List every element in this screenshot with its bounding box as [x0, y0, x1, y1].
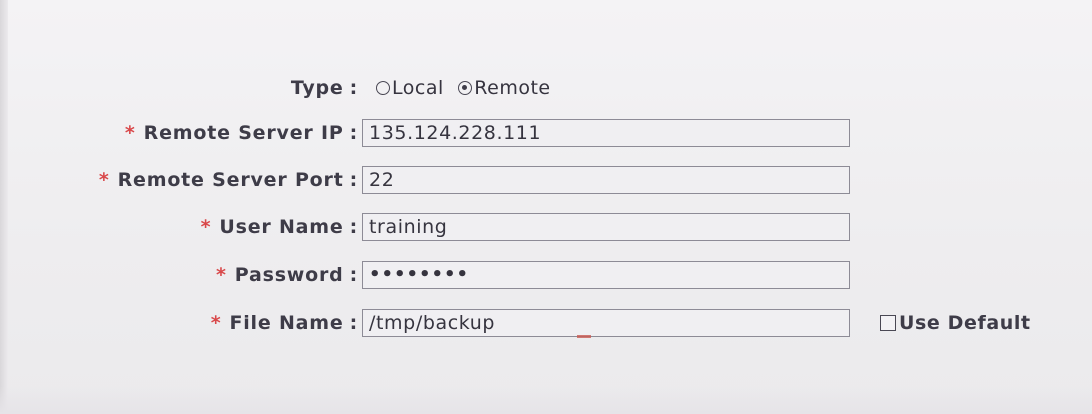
required-marker: *: [216, 264, 227, 286]
remote-server-ip-row: * Remote Server IP: 135.124.228.111: [0, 117, 1092, 149]
remote-server-ip-label: * Remote Server IP:: [124, 122, 358, 144]
remote-radio-label: Remote: [474, 77, 551, 99]
required-marker: *: [124, 122, 136, 144]
remote-server-port-input[interactable]: 22: [362, 166, 850, 194]
file-name-row: * File Name: /tmp/backup Use Default: [0, 307, 1092, 339]
text-cursor-mark: [577, 335, 591, 338]
type-label: Type:: [290, 77, 358, 99]
screen: Type: Local Remote * Remote Server IP: 13…: [0, 0, 1092, 414]
remote-server-ip-input[interactable]: 135.124.228.111: [362, 119, 850, 147]
use-default-label: Use Default: [899, 312, 1031, 334]
local-radio-option[interactable]: Local: [376, 77, 458, 99]
user-name-row: * User Name: training: [0, 211, 1092, 243]
use-default-checkbox[interactable]: [880, 315, 896, 331]
remote-radio-button[interactable]: [458, 81, 473, 95]
file-name-label: * File Name:: [210, 312, 358, 334]
local-radio-button[interactable]: [376, 81, 390, 95]
file-name-input[interactable]: /tmp/backup: [362, 309, 850, 337]
password-row: * Password: ••••••••: [0, 259, 1092, 291]
required-marker: *: [200, 216, 212, 238]
local-radio-label: Local: [392, 77, 444, 99]
remote-server-port-row: * Remote Server Port: 22: [0, 164, 1092, 196]
use-default-option[interactable]: Use Default: [880, 312, 1031, 334]
required-marker: *: [98, 169, 110, 191]
backup-settings-form: Type: Local Remote * Remote Server IP: 13…: [0, 0, 1092, 414]
user-name-input[interactable]: training: [362, 213, 850, 241]
remote-server-port-label: * Remote Server Port:: [98, 169, 358, 191]
type-row: Type: Local Remote: [0, 72, 1092, 104]
password-label: * Password:: [216, 264, 358, 286]
type-radio-group: Local Remote: [376, 77, 559, 99]
bottom-shade: [0, 386, 1092, 414]
required-marker: *: [210, 312, 222, 334]
user-name-label: * User Name:: [200, 216, 358, 238]
password-input[interactable]: ••••••••: [362, 261, 850, 289]
remote-radio-option[interactable]: Remote: [458, 77, 558, 99]
